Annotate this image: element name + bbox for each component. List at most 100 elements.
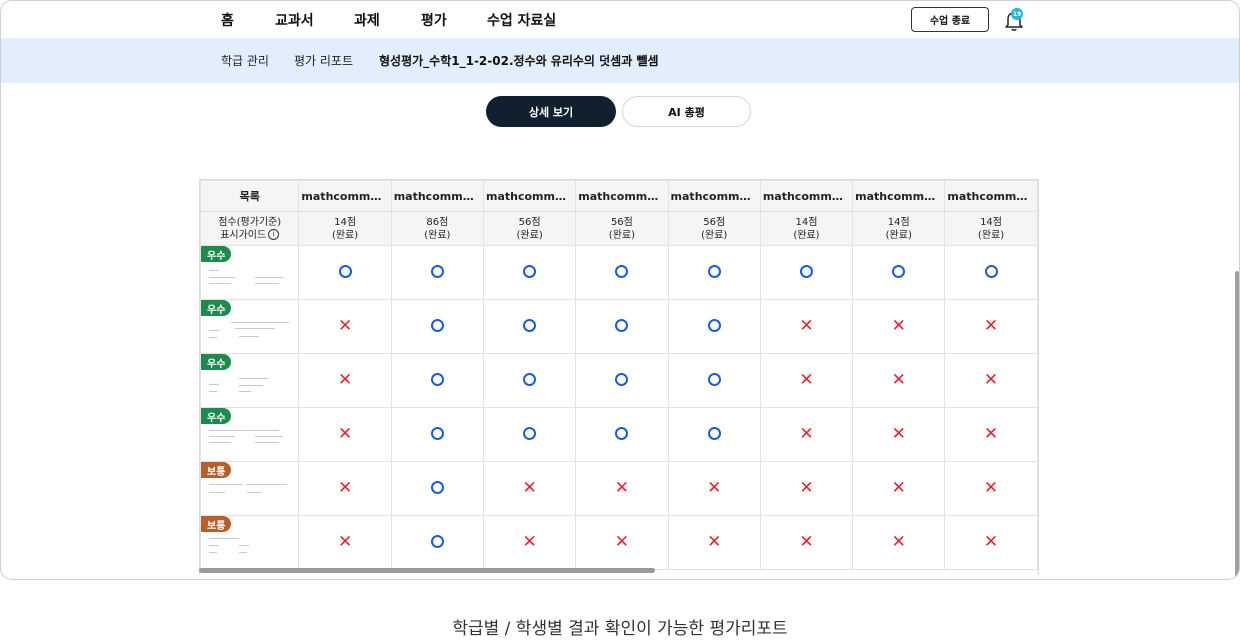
nav-class-materials[interactable]: 수업 자료실 [487,10,556,30]
correct-icon [707,264,721,278]
answer-cell [390,407,484,462]
guide-text: 표시가이드 [220,229,267,241]
wrong-icon: ✕ [337,370,353,390]
correct-icon [615,426,629,440]
correct-icon [523,318,537,332]
score-status: (완료) [793,229,820,241]
answer-cell: ✕ [482,515,577,570]
question-preview [209,376,289,404]
answer-cell [575,407,669,462]
nav-textbook[interactable]: 교과서 [275,10,314,30]
student-score: 14점 (완료) [298,211,392,246]
wrong-icon: ✕ [799,370,814,390]
info-icon[interactable]: i [268,229,280,240]
answer-cell [667,299,761,354]
question-thumbnail[interactable]: 보통 [200,515,300,570]
score-value: 86점 [426,216,449,228]
correct-icon [984,264,998,278]
page-title: 형성평가_수학1_1-2-02.정수와 유리수의 덧셈과 뺄셈 [379,54,659,68]
subnav-class-manage[interactable]: 학급 관리 [221,52,269,69]
student-score: 56점 (완료) [667,211,761,246]
wrong-icon: ✕ [891,478,906,498]
subnav-eval-report[interactable]: 평가 리포트 [294,52,353,69]
wrong-icon: ✕ [799,532,814,552]
score-status: (완료) [977,229,1005,241]
question-thumbnail[interactable]: 우수 [200,407,300,462]
detail-view-button[interactable]: 상세 보기 [486,96,616,127]
student-column-header[interactable]: mathcommu24-... [298,180,392,212]
wrong-icon: ✕ [707,478,722,498]
answer-cell [1036,245,1038,300]
answer-cell [390,299,484,354]
result-grid: 목록mathcommu24-...mathcommu25-s1mathcommu… [200,180,1038,570]
student-score: 14점 (완료) [759,211,854,246]
answer-cell: ✕ [944,461,1038,516]
correct-icon [430,372,444,386]
student-column-header[interactable]: mathcommu25-... [852,180,946,212]
correct-icon [430,318,444,332]
answer-cell: ✕ [667,461,761,516]
answer-cell: ✕ [759,461,854,516]
correct-icon [615,318,629,332]
answer-cell: ✕ [852,299,946,354]
score-value: 14점 [795,216,818,228]
answer-cell [390,515,484,570]
nav-evaluation[interactable]: 평가 [421,10,447,30]
wrong-icon: ✕ [707,532,722,552]
answer-cell [944,245,1038,300]
student-score: 56점 (완료) [482,211,577,246]
answer-cell: ✕ [759,299,854,354]
correct-icon [523,372,537,386]
student-score: 56점 (완료) [575,211,669,246]
student-column-header[interactable]: mathcommu25-... [575,180,669,212]
question-thumbnail[interactable]: 우수 [200,353,300,408]
correct-icon [430,534,444,548]
question-preview [209,430,289,458]
nav-home[interactable]: 홈 [221,10,234,30]
answer-cell [759,245,854,300]
question-thumbnail[interactable]: 우수 [200,299,300,354]
correct-icon [338,264,352,278]
end-class-button[interactable]: 수업 종료 [911,7,989,32]
nav-assignment[interactable]: 과제 [354,10,380,30]
level-badge: 보통 [201,516,232,532]
wrong-icon: ✕ [983,532,999,552]
score-status: (완료) [608,229,635,241]
vertical-scrollbar[interactable] [1235,271,1239,579]
wrong-icon: ✕ [891,370,906,390]
level-badge: 우수 [201,246,232,262]
wrong-icon: ✕ [891,316,906,336]
answer-cell [667,353,761,408]
wrong-icon: ✕ [614,478,630,498]
answer-cell [667,245,761,300]
correct-icon [892,264,906,278]
student-column-header[interactable]: mathcommu25-... [759,180,854,212]
student-column-header[interactable]: mat [1036,180,1038,212]
answer-cell: ✕ [852,353,946,408]
question-row: 우수 ✕ ✕ ✕ ✕ [200,299,1038,354]
question-thumbnail[interactable]: 보통 [200,461,300,516]
answer-cell: ✕ [852,515,946,570]
wrong-icon: ✕ [799,316,814,336]
horizontal-scrollbar[interactable] [199,568,655,573]
answer-cell: ✕ [759,353,854,408]
answer-cell: ✕ [298,461,392,516]
answer-cell [852,245,946,300]
answer-cell [390,245,484,300]
answer-cell [575,353,669,408]
student-column-header[interactable]: mathcommu25-... [667,180,761,212]
score-status: (완료) [331,229,359,241]
student-column-header[interactable]: mathcommu25-... [482,180,577,212]
correct-icon [523,426,537,440]
answer-cell [1036,461,1038,516]
student-column-header[interactable]: mathcommu25-... [944,180,1038,212]
correct-icon [615,372,629,386]
ai-summary-button[interactable]: AI 총평 [622,96,751,127]
top-nav: 홈 교과서 과제 평가 수업 자료실 수업 종료 19 [1,1,1239,38]
correct-icon [707,426,721,440]
student-column-header[interactable]: mathcommu25-s1 [390,180,484,212]
caption: 학급별 / 학생별 결과 확인이 가능한 평가리포트 [452,619,788,639]
question-thumbnail[interactable]: 우수 [200,245,300,300]
answer-cell: ✕ [759,515,854,570]
answer-cell [667,407,761,462]
